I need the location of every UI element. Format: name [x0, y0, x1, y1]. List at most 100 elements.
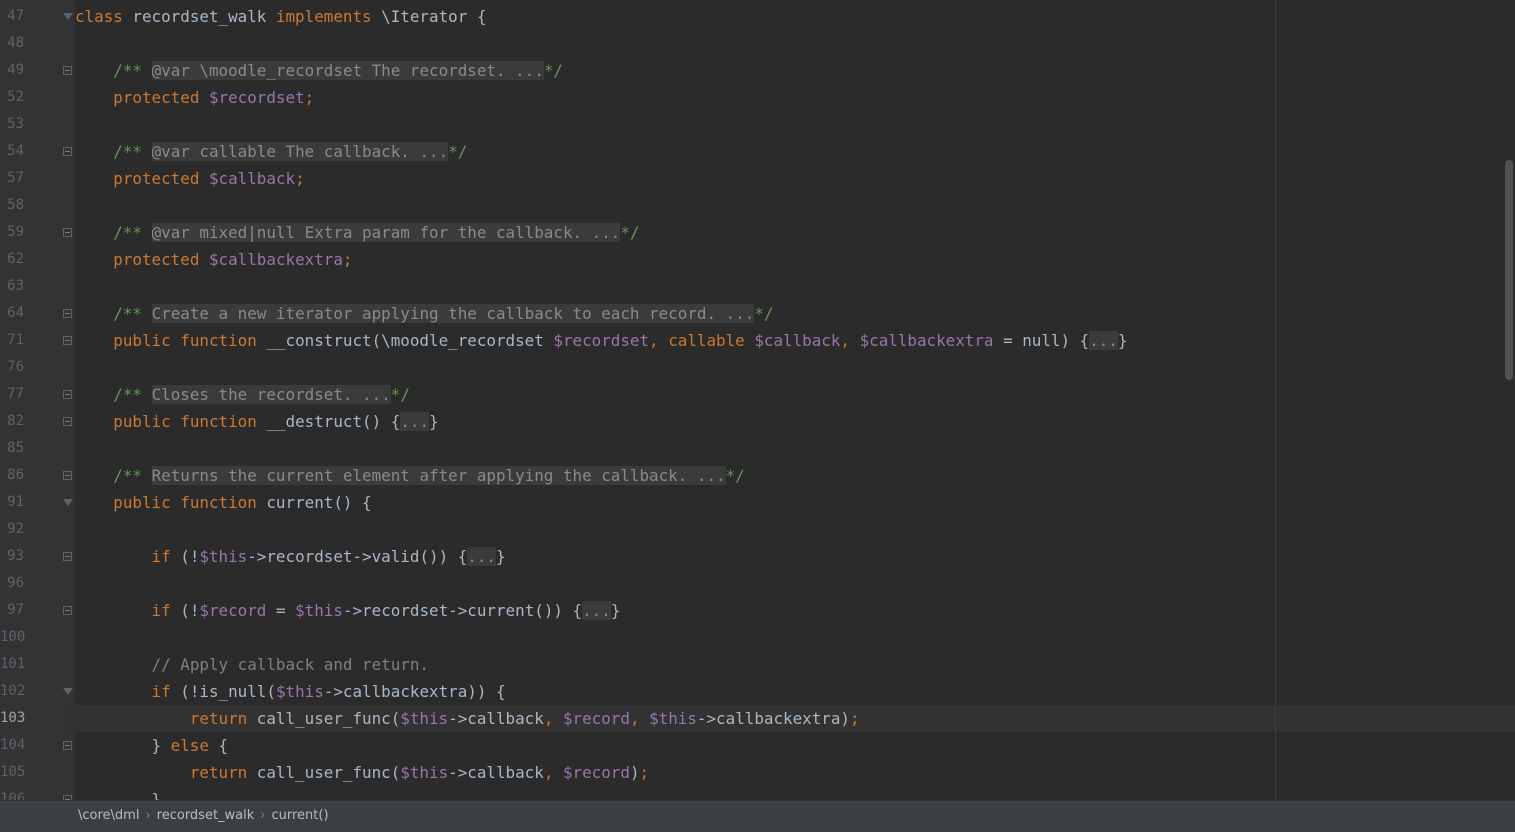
- code-editor[interactable]: 47 48 49 52 53 54 57 58 59 62 63 64 71 76 77 82 85 86 91 92…: [0, 0, 1515, 800]
- code-line[interactable]: protected $recordset;: [75, 84, 314, 111]
- code-line[interactable]: if (!$this->recordset->valid()) {...}: [75, 543, 506, 570]
- code-token: \Iterator {: [371, 7, 487, 26]
- fold-expand-icon[interactable]: [63, 417, 72, 426]
- line-number: 105: [0, 764, 26, 780]
- code-token: return: [189, 709, 248, 728]
- line-number: 47: [7, 8, 24, 24]
- breadcrumb-separator-icon: ›: [145, 808, 151, 823]
- code-line[interactable]: }: [75, 786, 162, 800]
- code-line[interactable]: if (!is_null($this->callbackextra)) {: [75, 678, 506, 705]
- breadcrumb-namespace[interactable]: \core\dml: [78, 808, 139, 823]
- code-token: else: [170, 736, 209, 755]
- code-line[interactable]: /** @var callable The callback. ...*/: [75, 138, 467, 165]
- folded-region-placeholder[interactable]: ...: [467, 547, 496, 566]
- fold-expand-icon[interactable]: [63, 228, 72, 237]
- code-token: $record: [562, 709, 630, 728]
- code-line[interactable]: /** @var mixed|null Extra param for the …: [75, 219, 640, 246]
- code-line[interactable]: protected $callback;: [75, 165, 304, 192]
- code-token: /**: [113, 142, 152, 161]
- code-line[interactable]: class recordset_walk implements \Iterato…: [75, 3, 486, 30]
- code-line[interactable]: /** Closes the recordset. ...*/: [75, 381, 410, 408]
- code-token: $this: [199, 547, 248, 566]
- code-token: ,: [543, 709, 563, 728]
- code-token: ;: [342, 250, 353, 269]
- vertical-scrollbar-thumb[interactable]: [1505, 160, 1513, 380]
- folded-region-placeholder[interactable]: @var \moodle_recordset The recordset. ..…: [151, 61, 544, 80]
- breadcrumb-method[interactable]: current(): [272, 808, 329, 823]
- folded-region-placeholder[interactable]: Closes the recordset. ...: [151, 385, 391, 404]
- fold-expand-icon[interactable]: [63, 309, 72, 318]
- code-token: $callback: [754, 331, 841, 350]
- code-token: class: [75, 7, 123, 26]
- fold-expand-icon[interactable]: [63, 147, 72, 156]
- breadcrumb-class[interactable]: recordset_walk: [157, 808, 255, 823]
- folded-region-placeholder[interactable]: @var mixed|null Extra param for the call…: [151, 223, 621, 242]
- fold-collapse-icon[interactable]: [63, 499, 73, 506]
- fold-expand-icon[interactable]: [63, 606, 72, 615]
- fold-expand-icon[interactable]: [63, 336, 72, 345]
- line-number: 77: [7, 386, 24, 402]
- code-line[interactable]: public function current() {: [75, 489, 371, 516]
- code-token: $this: [400, 709, 449, 728]
- code-token: (!: [170, 601, 200, 620]
- code-line[interactable]: return call_user_func($this->callback, $…: [75, 759, 649, 786]
- fold-collapse-icon[interactable]: [63, 688, 73, 695]
- folded-region-placeholder[interactable]: ...: [1089, 331, 1118, 350]
- code-token: ;: [639, 763, 650, 782]
- code-token: implements: [275, 7, 372, 26]
- fold-expand-icon[interactable]: [63, 552, 72, 561]
- code-token: $recordset: [208, 88, 305, 107]
- code-token: $record: [562, 763, 630, 782]
- line-number: 48: [7, 35, 24, 51]
- code-token: // Apply callback and return.: [151, 655, 429, 674]
- code-line[interactable]: protected $callbackextra;: [75, 246, 353, 273]
- code-line[interactable]: } else {: [75, 732, 229, 759]
- fold-expand-icon[interactable]: [63, 390, 72, 399]
- code-token: */: [620, 223, 640, 242]
- folded-region-placeholder[interactable]: @var callable The callback. ...: [151, 142, 449, 161]
- line-number: 82: [7, 413, 24, 429]
- fold-expand-icon[interactable]: [63, 66, 72, 75]
- fold-expand-icon[interactable]: [63, 741, 72, 750]
- code-line[interactable]: public function __destruct() {...}: [75, 408, 439, 435]
- fold-expand-icon[interactable]: [63, 471, 72, 480]
- fold-collapse-icon[interactable]: [63, 13, 73, 20]
- line-number: 85: [7, 440, 24, 456]
- code-line[interactable]: // Apply callback and return.: [75, 651, 429, 678]
- folded-region-placeholder[interactable]: ...: [582, 601, 611, 620]
- code-token: }: [610, 601, 621, 620]
- code-line[interactable]: public function __construct(\moodle_reco…: [75, 327, 1127, 354]
- line-number: 64: [7, 305, 24, 321]
- code-token: $this: [295, 601, 343, 620]
- code-token: ->callbackextra): [696, 709, 850, 728]
- code-token: if: [151, 547, 171, 566]
- code-line[interactable]: /** Create a new iterator applying the c…: [75, 300, 773, 327]
- code-token: public function: [113, 493, 257, 512]
- folded-region-placeholder[interactable]: Create a new iterator applying the callb…: [151, 304, 755, 323]
- folded-region-placeholder[interactable]: ...: [400, 412, 430, 431]
- code-line[interactable]: /** Returns the current element after ap…: [75, 462, 745, 489]
- code-token: public function: [113, 412, 257, 431]
- line-number-gutter[interactable]: 47 48 49 52 53 54 57 58 59 62 63 64 71 76 77 82 85 86 91 92…: [0, 0, 75, 800]
- code-line[interactable]: return call_user_func($this->callback, $…: [75, 705, 860, 732]
- code-area[interactable]: class recordset_walk implements \Iterato…: [75, 0, 1515, 800]
- code-token: $record: [199, 601, 267, 620]
- code-token: (!is_null(: [170, 682, 276, 701]
- code-line[interactable]: if (!$record = $this->recordset->current…: [75, 597, 620, 624]
- code-token: */: [543, 61, 563, 80]
- line-number: 54: [7, 143, 24, 159]
- code-token: $callback: [208, 169, 296, 188]
- folded-region-placeholder[interactable]: Returns the current element after applyi…: [151, 466, 726, 485]
- code-line[interactable]: /** @var \moodle_recordset The recordset…: [75, 57, 563, 84]
- code-token: call_user_func(: [247, 763, 401, 782]
